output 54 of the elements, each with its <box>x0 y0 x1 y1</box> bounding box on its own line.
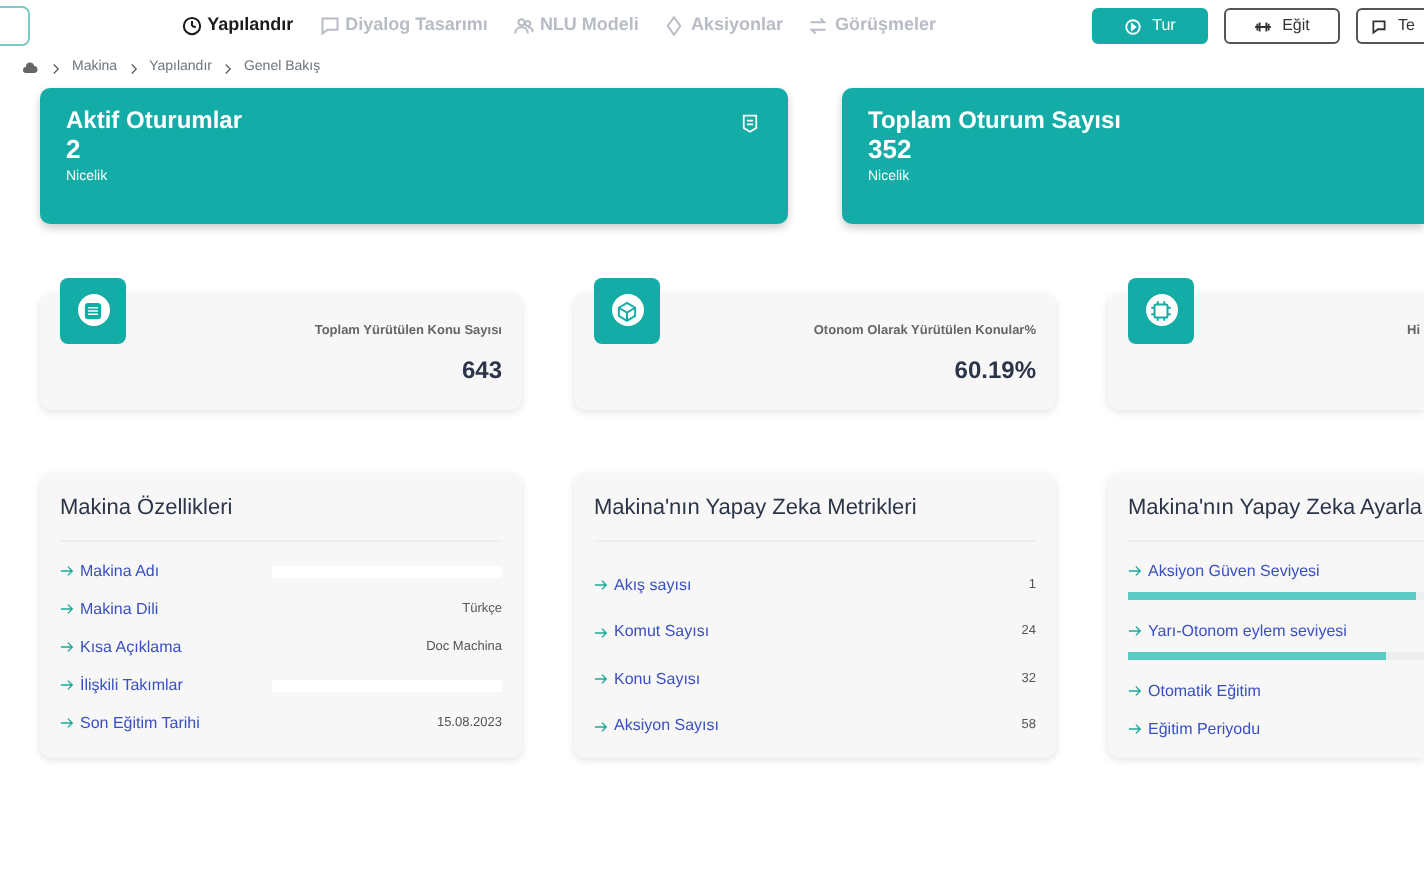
people-icon <box>513 16 534 36</box>
stat-value: 60.19% <box>952 354 1036 389</box>
stat-value: 643 <box>459 354 502 389</box>
card-value: 2 <box>66 133 83 168</box>
arrow-right-icon <box>60 716 74 730</box>
arrow-right-icon <box>1128 684 1142 698</box>
chevron-right-icon <box>50 61 62 76</box>
detail-link[interactable]: Aksiyon Güven Seviyesi <box>1128 559 1320 583</box>
detail-link[interactable]: Komut Sayısı <box>594 620 710 645</box>
arrow-right-icon <box>60 640 74 654</box>
arrow-right-icon <box>1128 722 1142 736</box>
detail-link[interactable]: Aksiyon Sayısı <box>594 714 719 739</box>
cube-icon <box>614 297 640 323</box>
panel-title: Makina'nın Yapay Zeka Metrikleri <box>594 491 1036 542</box>
card-title: Aktif Oturumlar <box>66 107 243 134</box>
chat-bubble-icon <box>1370 17 1388 35</box>
arrow-right-icon <box>1128 624 1142 638</box>
chevron-right-icon <box>221 61 234 76</box>
gauge-icon <box>181 16 202 36</box>
detail-link[interactable]: Eğitim Periyodu <box>1128 717 1261 741</box>
arrow-right-icon <box>594 672 608 687</box>
detail-link[interactable]: Kısa Açıklama <box>60 635 182 659</box>
nav-tab[interactable]: Yapılandır <box>181 12 294 40</box>
panel-title: Makina Özellikleri <box>60 491 502 542</box>
detail-link[interactable]: Yarı-Otonom eylem seviyesi <box>1128 619 1347 643</box>
chat-bubble-icon <box>319 16 340 36</box>
arrow-right-icon <box>594 578 608 593</box>
list-icon <box>80 297 106 323</box>
train-button[interactable]: Eğit <box>1224 8 1340 44</box>
panel-title: Makina'nın Yapay Zeka Ayarla <box>1128 491 1424 542</box>
play-icon <box>1124 17 1143 35</box>
search-field[interactable] <box>0 6 30 46</box>
chevron-right-icon <box>127 61 140 76</box>
swap-arrows-icon <box>808 16 829 36</box>
card-value: 352 <box>868 133 914 168</box>
test-button[interactable]: Te <box>1356 8 1424 44</box>
chip-icon <box>1148 297 1174 323</box>
arrow-right-icon <box>594 719 608 734</box>
detail-link[interactable]: Son Eğitim Tarihi <box>60 711 200 735</box>
detail-link[interactable]: Makina Adı <box>60 559 160 583</box>
detail-link[interactable]: Otomatik Eğitim <box>1128 679 1261 703</box>
arrow-right-icon <box>594 625 608 640</box>
dumbbell-icon <box>1254 17 1273 35</box>
card-title: Toplam Oturum Sayısı <box>868 107 1121 134</box>
detail-link[interactable]: İlişkili Takımlar <box>60 673 183 697</box>
detail-link[interactable]: Konu Sayısı <box>594 667 701 692</box>
arrow-right-icon <box>1128 564 1142 578</box>
detail-link[interactable]: Akış sayısı <box>594 573 692 598</box>
detail-link[interactable]: Makina Dili <box>60 597 159 621</box>
arrow-right-icon <box>60 564 74 578</box>
arrow-right-icon <box>60 602 74 616</box>
cloud-icon <box>20 60 40 77</box>
diamond-icon <box>664 16 685 36</box>
arrow-right-icon <box>60 678 74 692</box>
